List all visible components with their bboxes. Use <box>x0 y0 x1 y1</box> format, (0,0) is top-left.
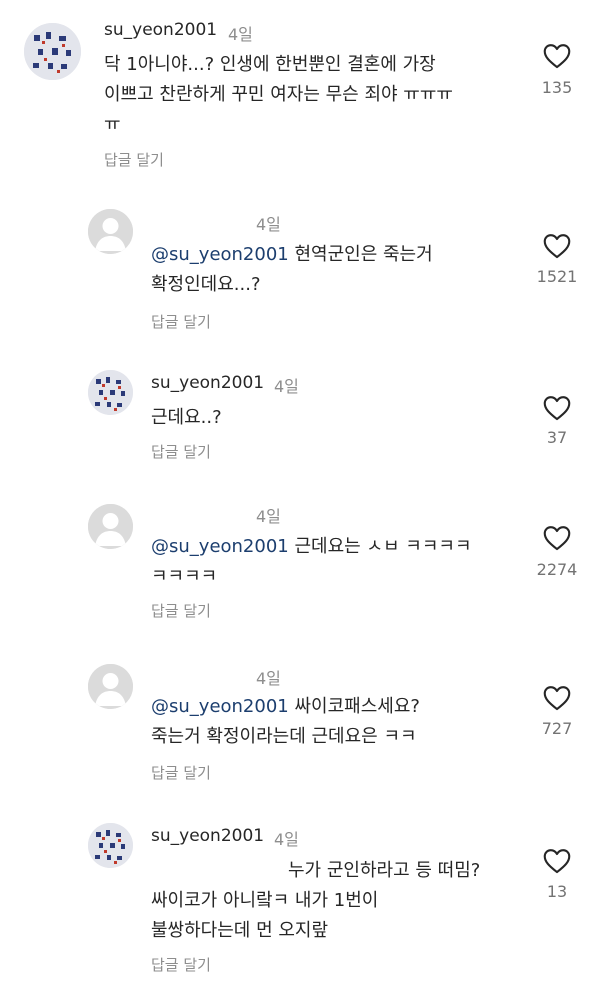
like-count: 135 <box>541 78 573 97</box>
reply-item: 4일 @su_yeon2001 싸이코패스세요? 죽는거 확정이라는데 근데요은… <box>0 655 600 805</box>
mention-link[interactable]: @su_yeon2001 <box>151 696 289 717</box>
reply-button[interactable]: 답글 달기 <box>151 311 211 332</box>
comment-timestamp: 4일 <box>228 25 253 44</box>
comment-username[interactable]: su_yeon2001 <box>104 20 217 40</box>
avatar[interactable] <box>88 664 133 709</box>
comment-timestamp: 4일 <box>256 215 281 234</box>
heart-outline-icon[interactable] <box>543 525 571 551</box>
comment-timestamp: 4일 <box>274 377 299 396</box>
comment-text: 누가 군인하라고 등 떠밈? 싸이코가 아니랔ㅋ 내가 1번이 불쌍하다는데 먼… <box>151 860 481 941</box>
heart-outline-icon[interactable] <box>543 233 571 259</box>
reply-item: 4일 @su_yeon2001 근데요는 ㅅㅂ ㅋㅋㅋㅋ ㅋㅋㅋㅋ 답글 달기 … <box>0 495 600 640</box>
like-count: 37 <box>546 428 568 447</box>
comment-text: 닥 1아니야...? 인생에 한번뿐인 결혼에 가장 이쁘고 찬란하게 꾸민 여… <box>104 54 453 135</box>
comment-text: @su_yeon2001 현역군인은 죽는거 확정인데요...? <box>151 244 433 295</box>
default-avatar-icon <box>88 664 133 709</box>
mention-link[interactable]: @su_yeon2001 <box>151 244 289 265</box>
reply-item: su_yeon2001 4일 누가 군인하라고 등 떠밈? 싸이코가 아니랔ㅋ … <box>0 815 600 985</box>
comment-timestamp: 4일 <box>256 507 281 526</box>
like-count: 1521 <box>536 267 578 286</box>
heart-outline-icon[interactable] <box>543 685 571 711</box>
reply-button[interactable]: 답글 달기 <box>151 954 211 975</box>
avatar[interactable] <box>88 504 133 549</box>
avatar[interactable] <box>88 823 133 868</box>
avatar[interactable] <box>24 23 81 80</box>
like-count: 2274 <box>536 560 578 579</box>
reply-button[interactable]: 답글 달기 <box>104 149 164 170</box>
comment-timestamp: 4일 <box>256 669 281 688</box>
reply-button[interactable]: 답글 달기 <box>151 441 211 462</box>
heart-outline-icon[interactable] <box>543 848 571 874</box>
like-count: 13 <box>546 882 568 901</box>
comment-timestamp: 4일 <box>274 830 299 849</box>
comment-username[interactable]: su_yeon2001 <box>151 826 264 846</box>
comment-username[interactable]: su_yeon2001 <box>151 373 264 393</box>
default-avatar-icon <box>88 504 133 549</box>
comment-text: @su_yeon2001 근데요는 ㅅㅂ ㅋㅋㅋㅋ ㅋㅋㅋㅋ <box>151 536 472 587</box>
reply-button[interactable]: 답글 달기 <box>151 762 211 783</box>
heart-outline-icon[interactable] <box>543 395 571 421</box>
reply-item: 4일 @su_yeon2001 현역군인은 죽는거 확정인데요...? 답글 달… <box>0 200 600 350</box>
reply-item: su_yeon2001 4일 근데요..? 답글 달기 37 <box>0 365 600 480</box>
comment-text: 근데요..? <box>151 407 222 428</box>
heart-outline-icon[interactable] <box>543 43 571 69</box>
default-avatar-icon <box>88 209 133 254</box>
comment-item: su_yeon2001 4일 닥 1아니야...? 인생에 한번뿐인 결혼에 가… <box>0 0 600 180</box>
avatar[interactable] <box>88 209 133 254</box>
mention-link[interactable]: @su_yeon2001 <box>151 536 289 557</box>
like-count: 727 <box>541 719 573 738</box>
reply-button[interactable]: 답글 달기 <box>151 600 211 621</box>
avatar[interactable] <box>88 370 133 415</box>
comment-text: @su_yeon2001 싸이코패스세요? 죽는거 확정이라는데 근데요은 ㅋㅋ <box>151 696 420 747</box>
